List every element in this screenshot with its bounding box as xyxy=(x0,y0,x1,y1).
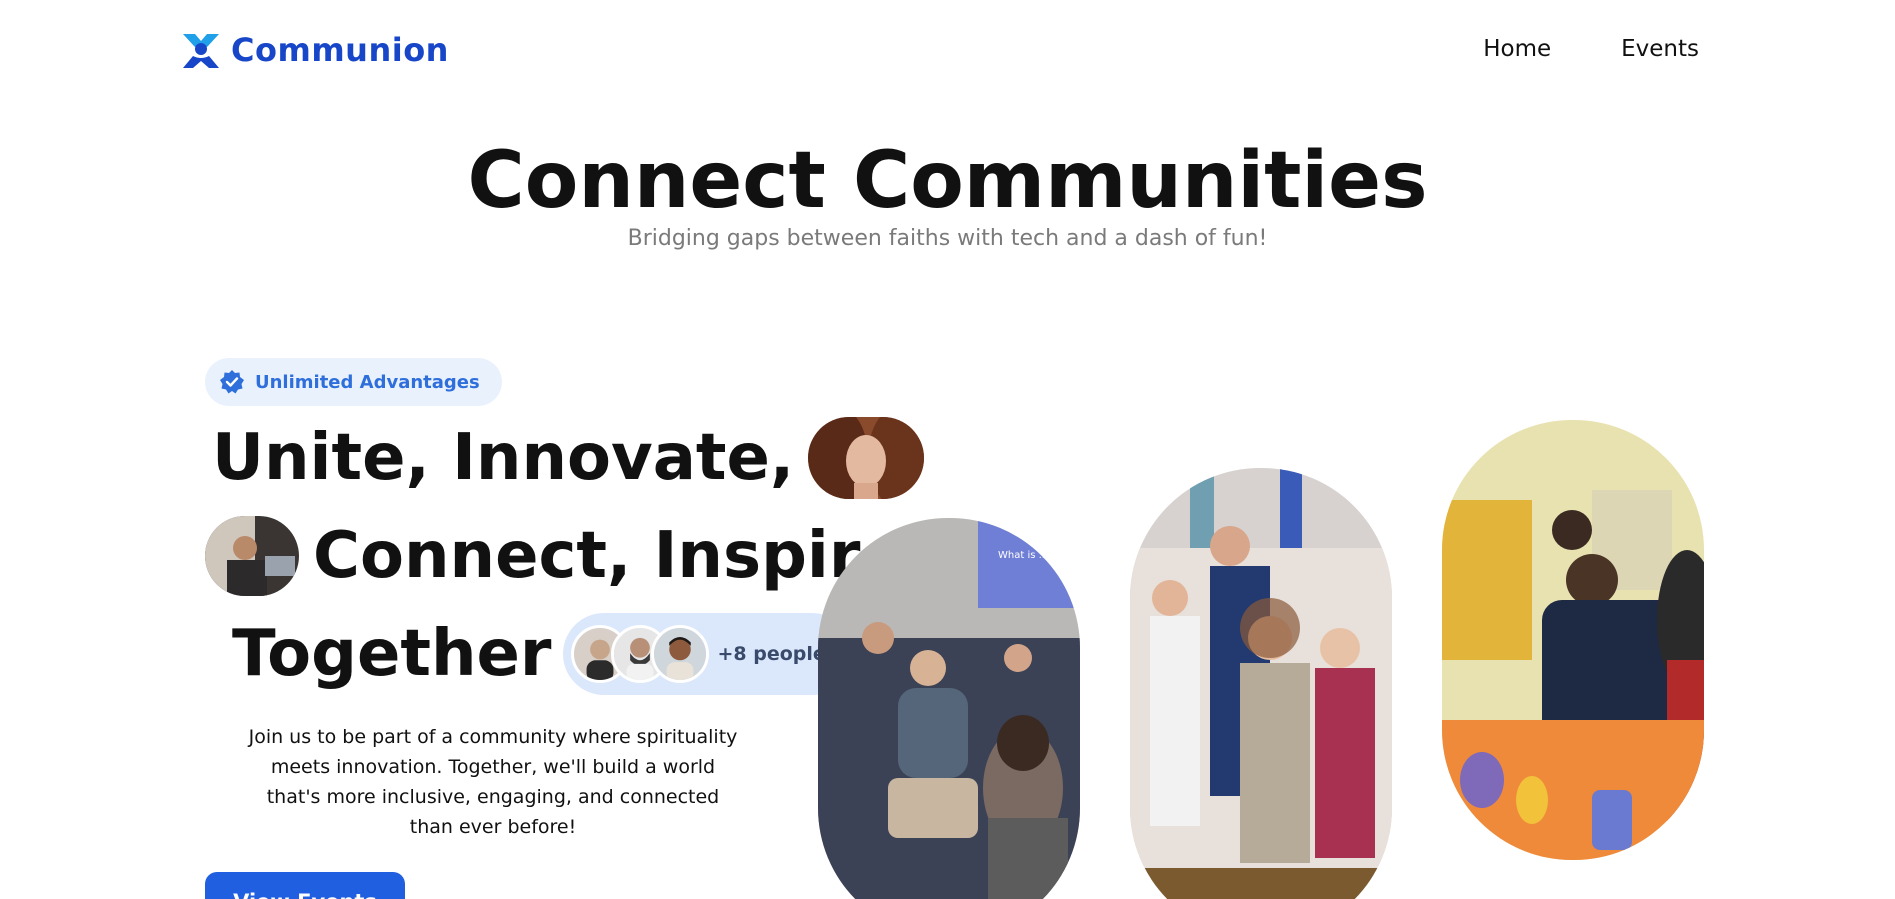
communion-logo-icon xyxy=(183,34,219,68)
hero-title: Connect Communities xyxy=(467,136,1428,226)
hero-subtitle: Bridging gaps between faiths with tech a… xyxy=(627,226,1268,251)
main-nav: Home Events xyxy=(1483,36,1699,62)
community-volunteers-photo xyxy=(1442,420,1704,860)
headline-line-3: Together +8 peoples xyxy=(232,612,854,696)
screen-text: What is ... recently ... thinki... xyxy=(998,550,1080,561)
intro-description: Join us to be part of a community where … xyxy=(248,726,738,838)
headline-text-3: Together xyxy=(232,617,552,691)
badge-label: Unlimited Advantages xyxy=(255,371,480,393)
community-meeting-photo: What is ... recently ... thinki... xyxy=(818,518,1080,899)
advantages-badge: Unlimited Advantages xyxy=(205,358,502,406)
worship-gathering-photo xyxy=(1130,468,1392,899)
nav-events-link[interactable]: Events xyxy=(1621,36,1699,62)
people-avatars-pill[interactable]: +8 peoples xyxy=(563,613,854,695)
nav-home-link[interactable]: Home xyxy=(1483,36,1551,62)
brand-logo[interactable]: Communion xyxy=(181,28,449,72)
verified-check-icon xyxy=(220,370,244,394)
view-events-button[interactable]: View Events xyxy=(205,872,405,899)
woman-portrait-photo xyxy=(808,417,925,499)
man-at-desk-photo xyxy=(205,516,299,596)
brand-name: Communion xyxy=(231,31,449,69)
avatar xyxy=(651,625,710,683)
headline-text-1: Unite, Innovate, xyxy=(212,421,795,495)
site-header: Communion Home Events xyxy=(0,0,1895,100)
headline-line-2: Connect, Inspires xyxy=(205,514,942,598)
headline-line-1: Unite, Innovate, xyxy=(212,416,925,500)
